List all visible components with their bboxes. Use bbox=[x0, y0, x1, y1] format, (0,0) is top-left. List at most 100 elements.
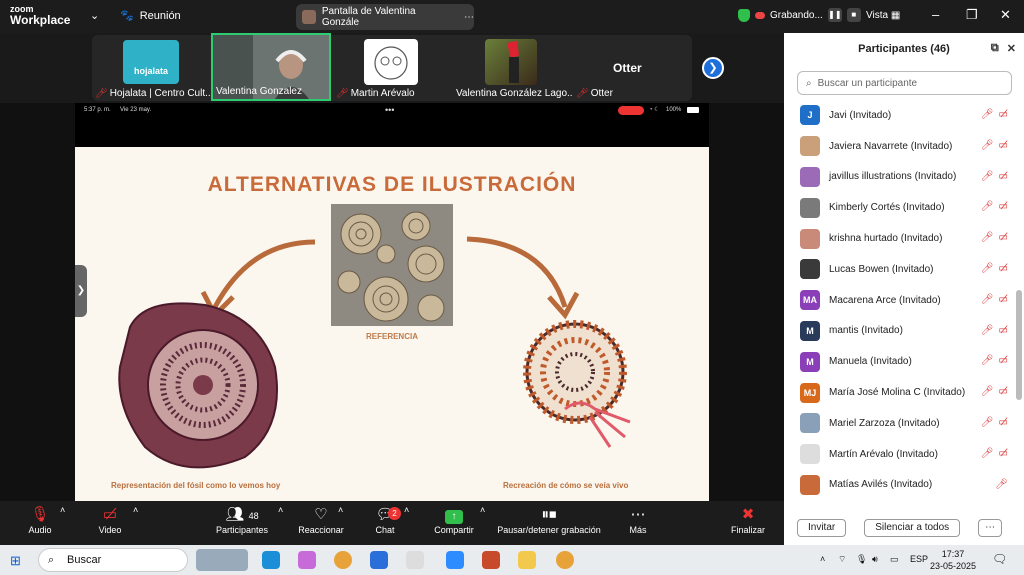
share-button[interactable]: ↑ Compartir bbox=[434, 505, 474, 535]
mic-muted-icon[interactable]: 🎤︎ bbox=[981, 325, 994, 336]
video-off-icon: ▭̸ bbox=[102, 506, 118, 523]
mic-muted-icon[interactable]: 🎤︎ bbox=[995, 479, 1008, 490]
language-indicator[interactable]: ESP bbox=[910, 554, 928, 564]
chevron-down-icon[interactable]: ⌄ bbox=[90, 9, 99, 22]
close-icon[interactable]: ✕ bbox=[1007, 42, 1016, 55]
restore-icon[interactable]: ❐ bbox=[966, 7, 978, 23]
notifications-icon[interactable]: 🗨︎ bbox=[992, 552, 1007, 566]
video-off-icon[interactable]: ▭̸ bbox=[999, 140, 1008, 151]
scrollbar[interactable] bbox=[1016, 290, 1022, 400]
participant-name: Macarena Arce (Invitado) bbox=[829, 294, 941, 306]
video-off-icon[interactable]: ▭̸ bbox=[999, 417, 1008, 428]
audio-button[interactable]: 🎙︎ Audio bbox=[24, 505, 56, 535]
chrome-icon[interactable] bbox=[334, 551, 352, 569]
close-icon[interactable]: ✕ bbox=[1000, 7, 1011, 23]
edge-icon[interactable] bbox=[262, 551, 280, 569]
participant-row[interactable]: Mariel Zarzoza (Invitado) 🎤︎ ▭̸ bbox=[784, 408, 1016, 439]
more-options-icon[interactable]: ⋯ bbox=[978, 519, 1003, 537]
mic-muted-icon[interactable]: 🎤︎ bbox=[981, 386, 994, 397]
video-off-icon[interactable]: ▭̸ bbox=[999, 263, 1008, 274]
chevron-up-icon[interactable]: ˄ bbox=[820, 554, 825, 564]
taskbar-search[interactable]: ⌕ Buscar bbox=[38, 548, 188, 572]
store-icon[interactable] bbox=[370, 551, 388, 569]
participant-row[interactable]: krishna hurtado (Invitado) 🎤︎ ▭̸ bbox=[784, 223, 1016, 254]
video-button[interactable]: ▭̸ Video bbox=[94, 505, 126, 535]
screen-share-banner[interactable]: Pantalla de Valentina Gonzále ⋯ bbox=[296, 4, 474, 30]
pop-out-icon[interactable]: ⧉ bbox=[991, 42, 999, 55]
participant-row[interactable]: MJ María José Molina C (Invitado) 🎤︎ ▭̸ bbox=[784, 377, 1016, 408]
clock[interactable]: 17:37 23-05-2025 bbox=[930, 548, 976, 572]
video-off-icon[interactable]: ▭̸ bbox=[999, 386, 1008, 397]
mic-muted-icon[interactable]: 🎤︎ bbox=[981, 109, 994, 120]
video-off-icon[interactable]: ▭̸ bbox=[999, 232, 1008, 243]
copilot-icon[interactable] bbox=[298, 551, 316, 569]
next-page-button[interactable]: ❯ bbox=[702, 57, 724, 79]
mic-muted-icon[interactable]: 🎤︎ bbox=[981, 448, 994, 459]
file-explorer-icon[interactable] bbox=[518, 551, 536, 569]
mute-all-button[interactable]: Silenciar a todos bbox=[864, 519, 961, 537]
mic-muted-icon[interactable]: 🎤︎ bbox=[981, 140, 994, 151]
widget-image[interactable] bbox=[196, 549, 248, 571]
network-icon[interactable]: ⌔ bbox=[838, 554, 846, 565]
audio-options-caret[interactable]: ˄ bbox=[60, 505, 65, 515]
more-button[interactable]: ⋯ Más bbox=[624, 505, 652, 535]
recording-indicator: Grabando... ❚❚ ■ bbox=[738, 8, 861, 22]
participants-button[interactable]: 👥︎ 48 Participantes bbox=[216, 505, 268, 535]
view-button[interactable]: Vista ▦ bbox=[866, 10, 900, 21]
collapse-handle[interactable]: ❯ bbox=[75, 265, 87, 317]
mic-muted-icon[interactable]: 🎤︎ bbox=[981, 171, 994, 182]
app-icon[interactable] bbox=[482, 551, 500, 569]
participant-search-input[interactable]: ⌕ Buscar un participante bbox=[797, 71, 1012, 95]
video-options-caret[interactable]: ˄ bbox=[133, 505, 138, 515]
windows-start-icon[interactable]: ⊞ bbox=[10, 553, 21, 569]
video-off-icon[interactable]: ▭̸ bbox=[999, 355, 1008, 366]
participant-row[interactable]: Javiera Navarrete (Invitado) 🎤︎ ▭̸ bbox=[784, 131, 1016, 162]
video-tile-martin-arevalo[interactable]: 🎤︎ Martin Arévalo bbox=[333, 33, 453, 101]
react-options-caret[interactable]: ˄ bbox=[338, 505, 343, 515]
video-tile-otter[interactable]: Otter 🎤︎ Otter bbox=[573, 33, 693, 101]
video-tile-hojalata[interactable]: hojalata 🎤︎ Hojalata | Centro Cult... bbox=[92, 33, 212, 101]
participant-row[interactable]: Martín Arévalo (Invitado) 🎤︎ ▭̸ bbox=[784, 439, 1016, 470]
mic-muted-icon[interactable]: 🎤︎ bbox=[981, 294, 994, 305]
mic-muted-icon[interactable]: 🎤︎ bbox=[981, 232, 994, 243]
paint-icon[interactable] bbox=[406, 551, 424, 569]
mic-icon[interactable]: 🎙︎ bbox=[856, 554, 867, 565]
participant-row[interactable]: J Javi (Invitado) 🎤︎ ▭̸ bbox=[784, 100, 1016, 131]
battery-icon[interactable]: ▭ bbox=[890, 554, 899, 565]
video-off-icon[interactable]: ▭̸ bbox=[999, 201, 1008, 212]
mic-muted-icon[interactable]: 🎤︎ bbox=[981, 355, 994, 366]
participants-options-caret[interactable]: ˄ bbox=[278, 505, 283, 515]
participants-panel: Participantes (46) ⧉ ✕ ⌕ Buscar un parti… bbox=[784, 33, 1024, 545]
video-off-icon[interactable]: ▭̸ bbox=[999, 109, 1008, 120]
video-tile-valentina-gonzalez[interactable]: Valentina Gonzalez bbox=[211, 33, 331, 101]
share-options-caret[interactable]: ˄ bbox=[480, 505, 485, 515]
pause-stop-recording-button[interactable]: ⏸⏹ Pausar/detener grabación bbox=[496, 505, 602, 535]
more-options-icon[interactable]: ⋯ bbox=[464, 12, 474, 23]
participant-row[interactable]: M Manuela (Invitado) 🎤︎ ▭̸ bbox=[784, 346, 1016, 377]
stop-recording-button[interactable]: ■ bbox=[846, 8, 861, 22]
participant-row[interactable]: Kimberly Cortés (Invitado) 🎤︎ ▭̸ bbox=[784, 192, 1016, 223]
video-off-icon[interactable]: ▭̸ bbox=[999, 171, 1008, 182]
minimize-icon[interactable]: – bbox=[932, 7, 939, 22]
invite-button[interactable]: Invitar bbox=[797, 519, 847, 537]
pause-recording-button[interactable]: ❚❚ bbox=[827, 8, 842, 22]
mic-muted-icon[interactable]: 🎤︎ bbox=[981, 263, 994, 274]
participant-row[interactable]: MA Macarena Arce (Invitado) 🎤︎ ▭̸ bbox=[784, 285, 1016, 316]
participant-row[interactable]: Lucas Bowen (Invitado) 🎤︎ ▭̸ bbox=[784, 254, 1016, 285]
video-tile-valentina-gonzalez-lago[interactable]: Valentina González Lago... bbox=[453, 33, 573, 101]
mic-muted-icon[interactable]: 🎤︎ bbox=[981, 417, 994, 428]
volume-icon[interactable]: 🔊︎ bbox=[872, 554, 878, 565]
video-off-icon[interactable]: ▭̸ bbox=[999, 294, 1008, 305]
mic-muted-icon[interactable]: 🎤︎ bbox=[981, 201, 994, 212]
chrome-profile-icon[interactable] bbox=[556, 551, 574, 569]
slide-illustrations bbox=[118, 236, 631, 469]
zoom-taskbar-icon[interactable] bbox=[446, 551, 464, 569]
participant-row[interactable]: Matías Avilés (Invitado) 🎤︎ bbox=[784, 470, 1016, 501]
chat-options-caret[interactable]: ˄ bbox=[404, 505, 409, 515]
meeting-info[interactable]: 🐾 Reunión bbox=[120, 9, 181, 23]
video-off-icon[interactable]: ▭̸ bbox=[999, 448, 1008, 459]
participant-row[interactable]: Mmantis (Invitado) 🎤︎ ▭̸ bbox=[784, 316, 1016, 347]
video-off-icon[interactable]: ▭̸ bbox=[999, 325, 1008, 336]
participant-row[interactable]: javillus illustrations (Invitado) 🎤︎ ▭̸ bbox=[784, 162, 1016, 193]
end-meeting-button[interactable]: ✖ Finalizar bbox=[728, 505, 768, 535]
